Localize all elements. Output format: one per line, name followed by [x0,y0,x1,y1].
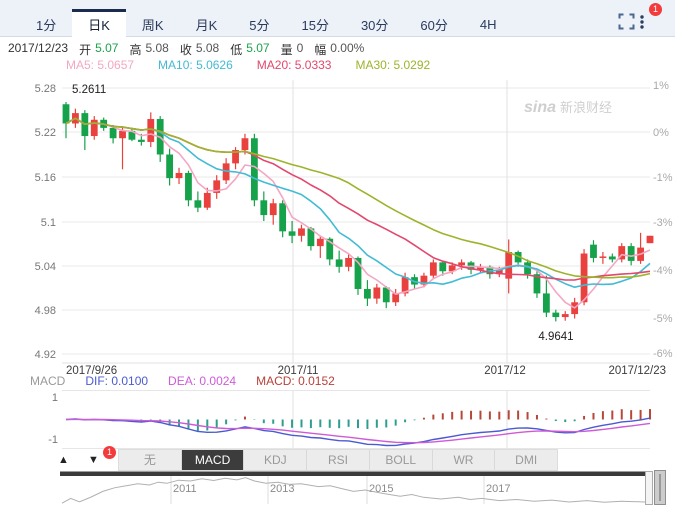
nav-selected-range-bar[interactable] [60,472,645,477]
nav-track[interactable] [62,476,645,505]
price-axis-label: 5.04 [35,261,56,273]
macd-value-DIF: DIF: 0.0100 [85,374,148,388]
price-axis-label: 5.16 [35,172,56,184]
nav-scroll-thumb[interactable] [655,471,666,505]
percent-axis-label: -5% [653,313,673,325]
macd-value-DEA: DEA: 0.0024 [168,374,236,388]
percent-axis-label: 0% [653,127,669,139]
main-plot-area[interactable] [62,80,650,363]
percent-axis-label: -1% [653,172,673,184]
indicator-tab-MACD[interactable]: MACD [182,450,245,470]
percent-axis-label: -3% [653,217,673,229]
percent-axis-label: -4% [653,265,673,277]
date-axis-label: 2017/12 [484,365,526,377]
price-axis-label: 4.92 [35,349,56,361]
indicator-tab-WR[interactable]: WR [433,450,496,470]
macd-title: MACD [30,374,65,388]
macd-plot-area[interactable] [62,391,650,448]
macd-value-MACD: MACD: 0.0152 [256,374,335,388]
macd-info-row: MACD DIF: 0.0100 DEA: 0.0024 MACD: 0.0152 [30,374,335,388]
indicator-tab-无[interactable]: 无 [119,450,182,470]
indicator-tabs: 无MACDKDJRSIBOLLWRDMI [118,449,558,471]
indicator-tab-BOLL[interactable]: BOLL [370,450,433,470]
indicator-tab-KDJ[interactable]: KDJ [244,450,307,470]
nav-right-handle[interactable] [646,472,653,505]
macd-axis-bottom-label: -1 [48,434,58,446]
price-axis-label: 5.28 [35,83,56,95]
timeline-navigator: 2011201320152017 [60,471,666,506]
indicator-tab-RSI[interactable]: RSI [307,450,370,470]
macd-axis-top-label: 1 [52,392,58,404]
indicator-badge: 1 [103,446,116,459]
notification-badge: 1 [649,3,662,16]
macd-panel: 1 -1 [48,391,650,449]
stock-chart-app: 1分日K周K月K5分15分30分60分4H 1 2017/12/23 开5.07… [0,0,675,509]
date-axis-label: 2017/12/23 [608,365,666,377]
chart-canvas[interactable]: 5.28 5.22 5.16 5.1 5.04 4.98 4.92 1% 0% -1% -3% -4%… [0,0,675,509]
price-axis-label: 4.98 [35,305,56,317]
main-chart: 5.28 5.22 5.16 5.1 5.04 4.98 4.92 1% 0% -1% -3% -4%… [35,80,673,377]
price-axis-label: 5.22 [35,127,56,139]
price-axis-label: 5.1 [41,217,56,229]
indicator-up-arrow[interactable]: ▲ [58,450,69,470]
percent-axis-label: -6% [653,348,673,360]
percent-axis-label: 1% [653,80,669,92]
indicator-tab-DMI[interactable]: DMI [495,450,557,470]
indicator-down-arrow[interactable]: ▼ [88,450,99,470]
